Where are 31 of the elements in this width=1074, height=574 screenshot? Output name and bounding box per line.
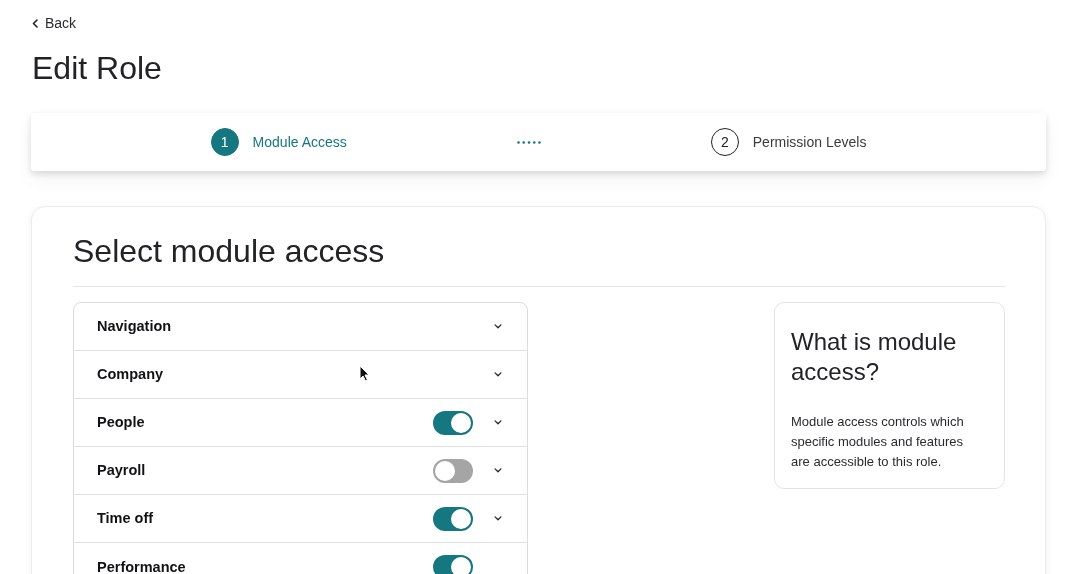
chevron-down-icon[interactable] [494, 516, 502, 521]
info-heading: What is module access? [791, 327, 958, 387]
module-row[interactable]: Performance [74, 543, 527, 574]
toggle-switch[interactable] [433, 506, 473, 531]
step-connector [516, 140, 541, 144]
toggle-switch[interactable] [433, 458, 473, 483]
module-row[interactable]: Payroll [74, 447, 527, 495]
toggle-switch[interactable] [433, 555, 473, 574]
chevron-down-icon[interactable] [494, 420, 502, 425]
step-tab[interactable]: 1 Module Access [210, 128, 347, 156]
module-name: People [97, 415, 145, 430]
step-number: 1 [210, 128, 239, 156]
module-name: Navigation [97, 319, 172, 334]
module-row[interactable]: Navigation [74, 303, 527, 351]
module-name: Performance [97, 559, 186, 574]
chevron-down-icon[interactable] [494, 324, 502, 329]
module-row[interactable]: People [74, 399, 527, 447]
module-name: Company [97, 367, 164, 382]
chevron-down-icon[interactable] [494, 372, 502, 377]
section-heading: Select module access [73, 232, 385, 271]
page-title: Edit Role [32, 49, 162, 88]
toggle-switch[interactable] [433, 410, 473, 435]
info-text: Module access controls which specific modules and features are accessible to this role. [791, 413, 965, 471]
chevron-left-icon [32, 18, 38, 28]
module-name: Payroll [97, 463, 146, 478]
mouse-pointer-icon [359, 365, 370, 382]
chevron-down-icon[interactable] [494, 468, 502, 473]
module-name: Time off [97, 511, 154, 526]
module-row[interactable]: Time off [74, 495, 527, 543]
back-link[interactable]: Back [32, 14, 77, 32]
step-tab[interactable]: 2 Permission Levels [710, 128, 867, 156]
